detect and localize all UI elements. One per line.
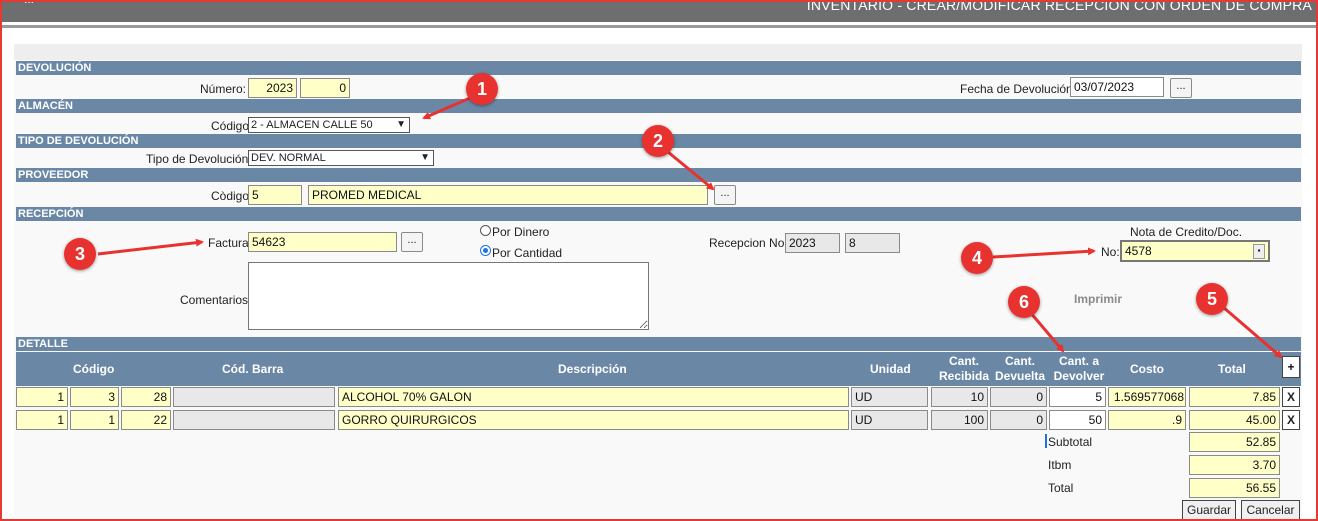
- numero-seq-field[interactable]: 0: [300, 78, 350, 98]
- row-cell-c2[interactable]: 1: [70, 410, 119, 430]
- row-cell-c3[interactable]: 22: [121, 410, 171, 430]
- page-title: INVENTARIO - CREAR/MODIFICAR RECEPCION C…: [806, 0, 1312, 13]
- col-cant-devuelta-1: Cant.: [1005, 354, 1035, 368]
- radio-por-dinero[interactable]: [480, 225, 491, 236]
- tipo-devolucion-select[interactable]: DEV. NORMAL ▼: [248, 150, 434, 166]
- proveedor-codigo-field[interactable]: 5: [248, 185, 302, 205]
- recepcion-seq-field: 8: [845, 233, 900, 253]
- row-cell-barra: [173, 387, 335, 407]
- numero-year-field[interactable]: 2023: [248, 78, 297, 98]
- col-unidad: Unidad: [870, 362, 911, 376]
- numero-label: Número:: [200, 82, 247, 96]
- factura-field[interactable]: 54623: [248, 232, 397, 252]
- nota-credito-value: 4578: [1125, 244, 1152, 258]
- radio-por-cantidad[interactable]: [480, 245, 491, 256]
- nota-no-label: No:: [1101, 245, 1120, 259]
- remove-row-button[interactable]: X: [1282, 410, 1300, 430]
- factura-label: Factura: [208, 236, 249, 250]
- row-cell-descripcion[interactable]: GORRO QUIRURGICOS: [338, 410, 849, 430]
- section-almacen: ALMACÉN: [16, 99, 1301, 113]
- fecha-devolucion-label: Fecha de Devolución: [960, 82, 1073, 96]
- col-cant-recibida-1: Cant.: [949, 354, 979, 368]
- header-bar: ... INVENTARIO - CREAR/MODIFICAR RECEPCI…: [0, 0, 1318, 25]
- col-cod-barra: Cód. Barra: [222, 362, 284, 376]
- col-cant-devuelta-2: Devuelta: [994, 369, 1046, 383]
- row-cell-devuelta: 0: [990, 387, 1047, 407]
- row-cell-c1[interactable]: 1: [16, 387, 68, 407]
- form-panel: [14, 44, 1302, 517]
- col-costo: Costo: [1130, 362, 1164, 376]
- total-label: Total: [1048, 481, 1074, 495]
- section-devolucion: DEVOLUCIÓN: [16, 61, 1301, 75]
- imprimir-link[interactable]: Imprimir: [1074, 292, 1122, 306]
- text-cursor: [1045, 434, 1047, 448]
- callout-badge-5: 5: [1196, 283, 1228, 315]
- nota-credito-field[interactable]: 4578 ▪: [1120, 240, 1270, 262]
- tipo-devolucion-value: DEV. NORMAL: [251, 152, 326, 164]
- col-cant-devolver-1: Cant. a: [1058, 354, 1099, 368]
- row-cell-descripcion[interactable]: ALCOHOL 70% GALON: [338, 387, 849, 407]
- row-cell-devolver[interactable]: 5: [1049, 387, 1106, 407]
- row-cell-recibida: 100: [931, 410, 988, 430]
- factura-lookup-button[interactable]: ...: [401, 232, 423, 252]
- col-descripcion: Descripción: [558, 362, 627, 376]
- row-cell-unidad: UD: [851, 387, 928, 407]
- nota-credito-label: Nota de Credito/Doc.: [1130, 225, 1243, 239]
- section-proveedor: PROVEEDOR: [16, 168, 1301, 182]
- row-cell-barra: [173, 410, 335, 430]
- section-recepcion: RECEPCIÓN: [16, 207, 1301, 221]
- subtotal-field: 52.85: [1189, 432, 1280, 452]
- guardar-button[interactable]: Guardar: [1182, 500, 1236, 520]
- remove-row-button[interactable]: X: [1282, 387, 1300, 407]
- row-cell-costo[interactable]: .9: [1108, 410, 1186, 430]
- row-cell-c2[interactable]: 3: [70, 387, 119, 407]
- section-detalle: DETALLE: [16, 337, 1301, 351]
- proveedor-lookup-button[interactable]: ...: [714, 185, 736, 205]
- comentarios-textarea[interactable]: [248, 262, 649, 330]
- header-left-text: ...: [24, 0, 34, 6]
- radio-por-dinero-label: Por Dinero: [492, 225, 550, 239]
- tipo-devolucion-label: Tipo de Devolución: [146, 152, 249, 166]
- row-cell-c3[interactable]: 28: [121, 387, 171, 407]
- cancelar-button[interactable]: Cancelar: [1241, 500, 1300, 520]
- password-manager-icon[interactable]: ▪: [1253, 244, 1265, 259]
- callout-badge-6: 6: [1008, 286, 1040, 318]
- row-cell-c1[interactable]: 1: [16, 410, 68, 430]
- row-cell-devolver[interactable]: 50: [1049, 410, 1106, 430]
- callout-badge-2: 2: [642, 125, 674, 157]
- callout-badge-4: 4: [961, 242, 993, 274]
- form-panel-top: [14, 44, 1302, 60]
- itbm-field: 3.70: [1189, 455, 1280, 475]
- fecha-picker-button[interactable]: ...: [1170, 78, 1192, 98]
- proveedor-nombre-field[interactable]: PROMED MEDICAL: [308, 185, 708, 205]
- row-cell-total: 45.00: [1189, 410, 1280, 430]
- row-cell-unidad: UD: [851, 410, 928, 430]
- fecha-devolucion-field[interactable]: 03/07/2023: [1070, 77, 1164, 97]
- chevron-down-icon: ▼: [396, 119, 406, 130]
- row-cell-costo[interactable]: 1.569577068: [1108, 387, 1186, 407]
- almacen-select[interactable]: 2 - ALMACEN CALLE 50 ▼: [248, 117, 410, 133]
- row-cell-total: 7.85: [1189, 387, 1280, 407]
- radio-por-cantidad-label: Por Cantidad: [492, 246, 563, 260]
- row-cell-recibida: 10: [931, 387, 988, 407]
- row-cell-devuelta: 0: [990, 410, 1047, 430]
- col-total: Total: [1218, 362, 1246, 376]
- recepcion-year-field: 2023: [785, 233, 840, 253]
- total-field: 56.55: [1189, 478, 1280, 498]
- almacen-select-value: 2 - ALMACEN CALLE 50: [251, 119, 373, 131]
- chevron-down-icon: ▼: [420, 152, 430, 163]
- itbm-label: Itbm: [1048, 458, 1072, 472]
- add-row-button[interactable]: +: [1282, 356, 1300, 378]
- col-codigo: Código: [73, 362, 115, 376]
- proveedor-codigo-label: Còdigo: [211, 189, 250, 203]
- subtotal-label: Subtotal: [1048, 435, 1093, 449]
- detail-table-header: Código Cód. Barra Descripción Unidad Can…: [16, 352, 1301, 386]
- recepcion-no-label: Recepcion No: [709, 236, 785, 250]
- almacen-codigo-label: Código: [211, 119, 250, 133]
- comentarios-label: Comentarios: [180, 293, 249, 307]
- col-cant-recibida-2: Recibida: [938, 369, 989, 383]
- col-cant-devolver-2: Devolver: [1053, 369, 1105, 383]
- callout-badge-1: 1: [466, 73, 498, 105]
- callout-badge-3: 3: [64, 238, 96, 270]
